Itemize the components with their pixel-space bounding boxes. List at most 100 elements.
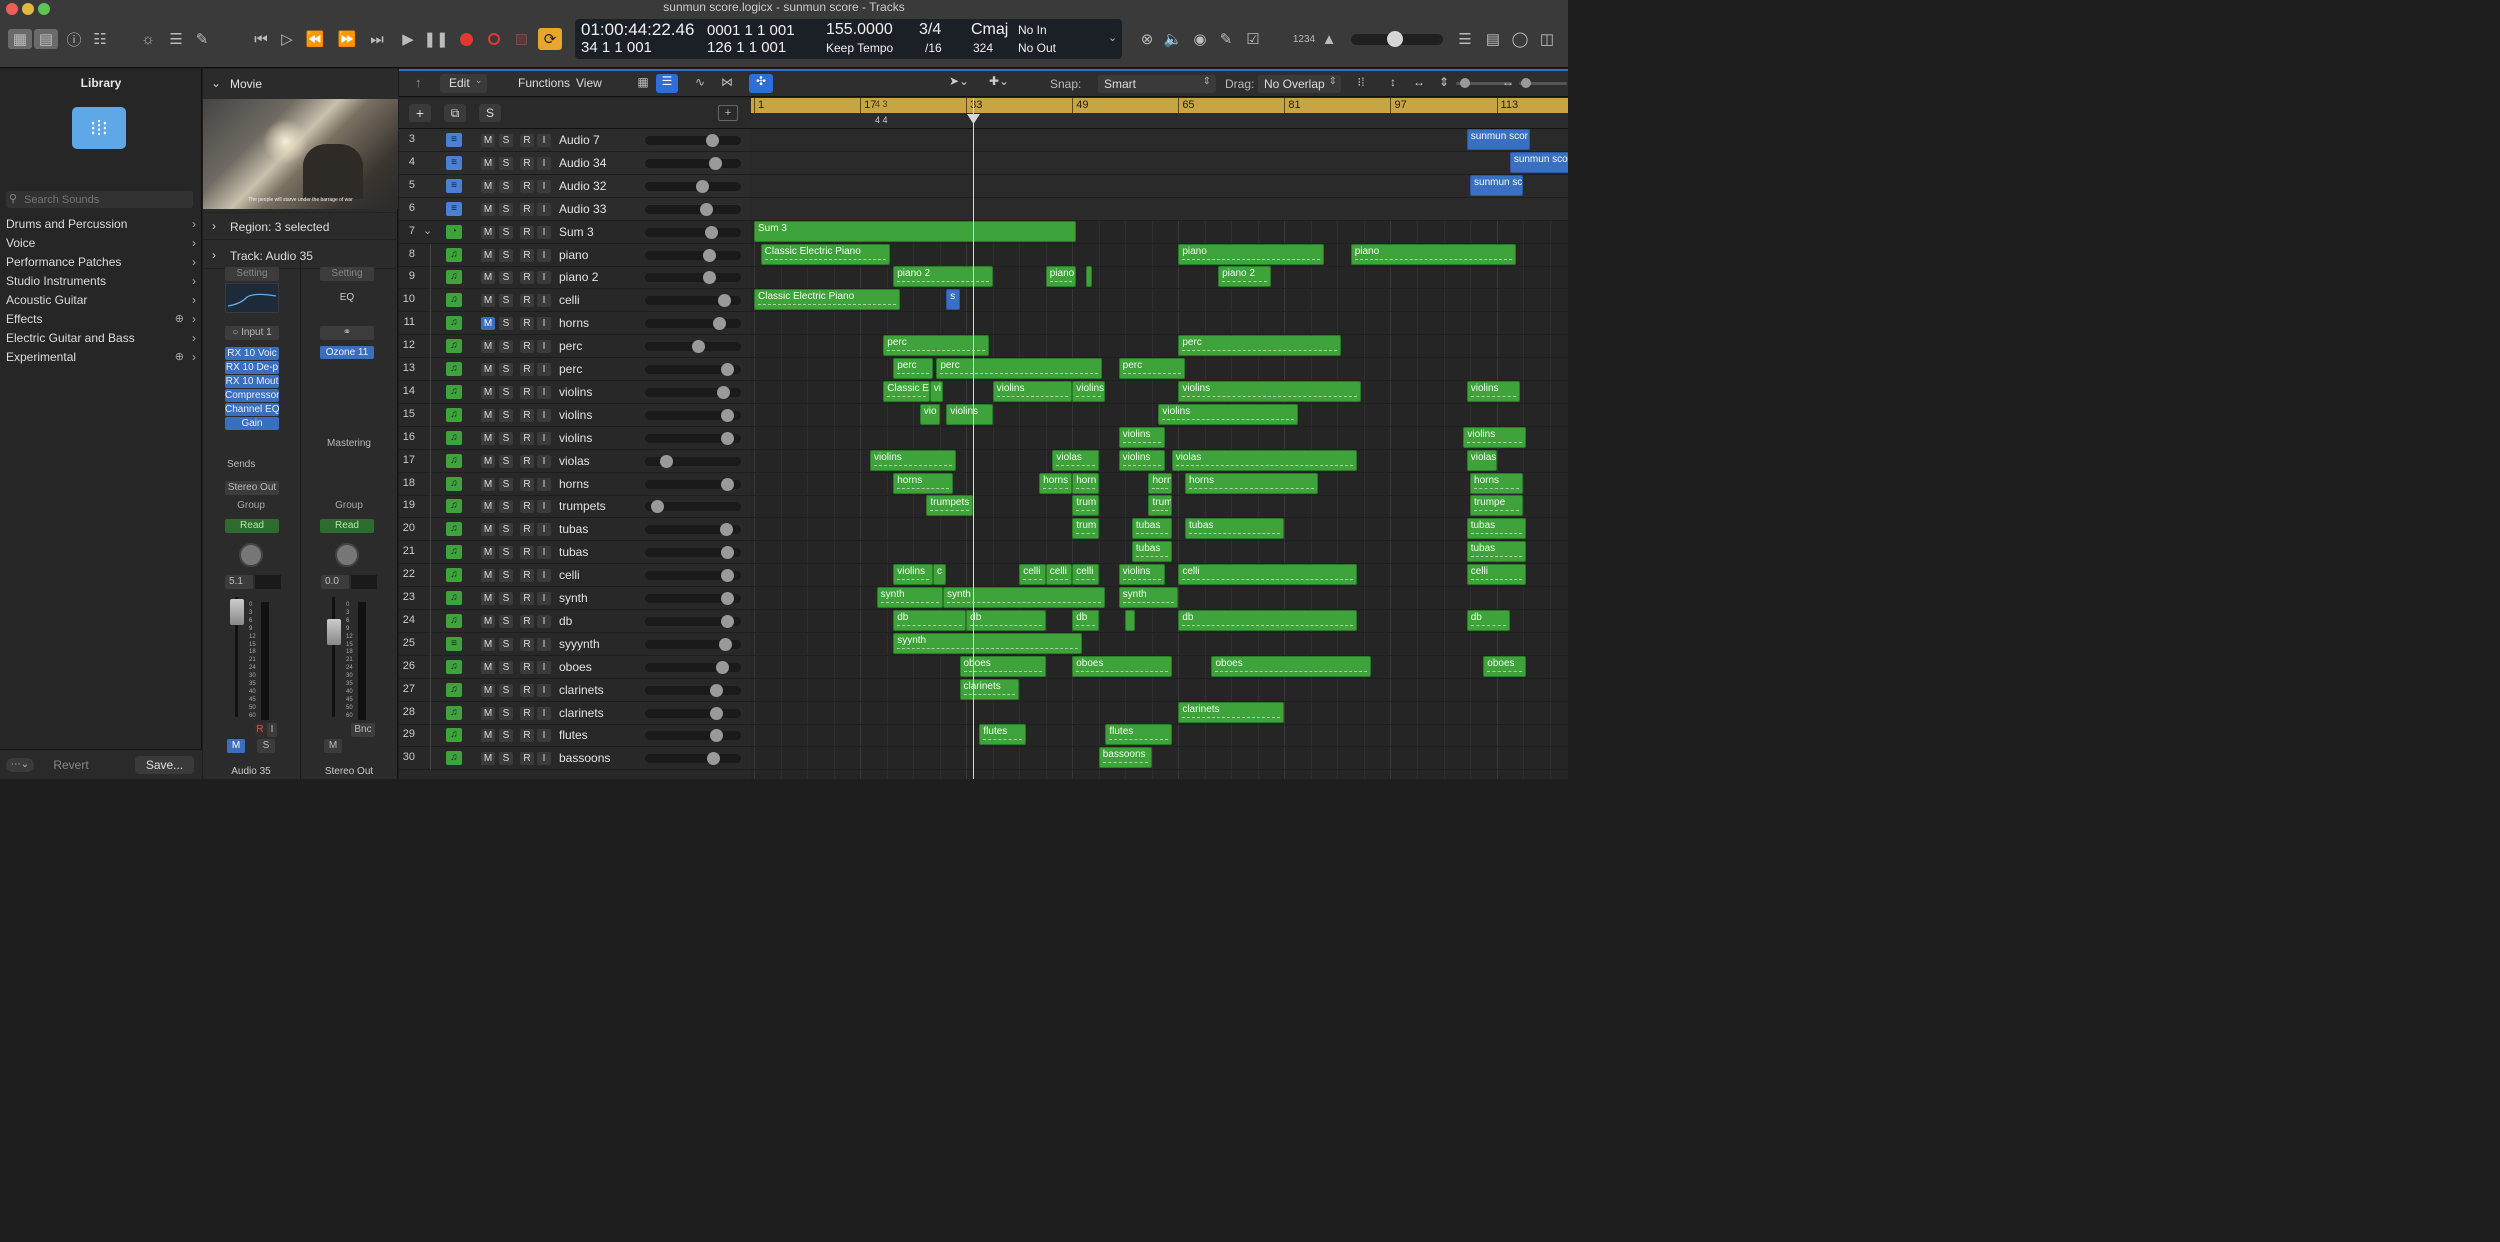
solo-button[interactable]: S xyxy=(499,592,513,605)
input-monitor-button[interactable]: I xyxy=(537,156,551,170)
go-to-start-icon[interactable]: ⏮ xyxy=(250,29,272,49)
volume-slider[interactable] xyxy=(645,592,741,605)
volume-slider[interactable] xyxy=(645,156,741,170)
region[interactable]: horns xyxy=(1470,472,1524,494)
mute-button[interactable]: M xyxy=(481,294,495,308)
library-category[interactable]: Electric Guitar and Bass › xyxy=(6,329,198,348)
movie-header[interactable]: ⌄ Movie xyxy=(203,69,398,99)
record-arm-button[interactable]: R xyxy=(520,317,534,331)
solo-button[interactable]: S xyxy=(499,454,513,468)
quick-help-icon[interactable]: ⓘ xyxy=(64,30,84,49)
search-field[interactable] xyxy=(24,192,189,207)
capture-record-icon[interactable] xyxy=(510,29,532,49)
track-header[interactable]: 30 ♫ M S R Ibassoons xyxy=(399,747,751,771)
volume-slider[interactable] xyxy=(645,569,741,583)
track-name[interactable]: oboes xyxy=(559,660,592,674)
inspector-toggle-icon[interactable]: ▤ xyxy=(34,29,58,49)
plugin-slot[interactable]: RX 10 Mout xyxy=(225,375,279,388)
volume-knob[interactable] xyxy=(719,637,732,651)
record-arm-button[interactable]: R xyxy=(520,752,534,766)
track-header[interactable]: 21 ♫ M S R Itubas xyxy=(399,541,751,565)
volume-knob[interactable] xyxy=(713,317,726,331)
volume-knob[interactable] xyxy=(705,225,718,239)
record-arm-button[interactable]: R xyxy=(520,500,534,514)
region[interactable]: horn xyxy=(1148,472,1172,494)
record-arm-button[interactable]: R xyxy=(520,431,534,445)
input-monitor-button[interactable]: I xyxy=(537,225,551,239)
track-header[interactable]: 19 ♫ M S R Itrumpets xyxy=(399,495,751,519)
record-arm-button[interactable]: R xyxy=(520,340,534,354)
setting-button-2[interactable]: Setting xyxy=(320,267,374,281)
solo-button[interactable]: S xyxy=(499,317,513,331)
link-icon[interactable]: ⚭ xyxy=(320,326,374,340)
library-category[interactable]: Voice › xyxy=(6,234,198,253)
region[interactable]: clarinets xyxy=(959,678,1020,700)
volume-slider[interactable] xyxy=(645,523,741,537)
fader-cap[interactable] xyxy=(230,599,244,625)
track-name[interactable]: Audio 34 xyxy=(559,156,606,170)
volume-knob[interactable] xyxy=(721,614,734,628)
volume-knob[interactable] xyxy=(721,408,734,422)
region[interactable]: violas xyxy=(1171,449,1358,471)
mute-button[interactable]: M xyxy=(481,729,495,743)
back-arrow-icon[interactable]: ↑ xyxy=(415,75,422,90)
track-lane[interactable]: synth synth synth xyxy=(751,587,1568,610)
mute-button[interactable]: M xyxy=(481,156,495,170)
track-lane[interactable]: clarinets xyxy=(751,678,1568,702)
automation-read-button-2[interactable]: Read xyxy=(320,519,374,533)
count-in-button[interactable]: 1234 xyxy=(1288,30,1320,48)
edit-menu[interactable]: Edit ⌄ xyxy=(440,74,487,93)
record-arm-button[interactable]: R xyxy=(520,294,534,308)
track-name[interactable]: Audio 32 xyxy=(559,179,606,193)
input-monitor-button[interactable]: I xyxy=(537,729,551,743)
output-button[interactable]: Stereo Out xyxy=(225,481,279,495)
track-header[interactable]: 24 ♫ M S R Idb xyxy=(399,609,751,633)
disclosure-chevron-icon[interactable]: ⌄ xyxy=(423,224,432,237)
mute-button[interactable]: M xyxy=(481,431,495,445)
playhead[interactable] xyxy=(967,98,980,779)
region[interactable]: s xyxy=(946,289,960,311)
toolbar-toggle-icon[interactable]: ☷ xyxy=(90,30,110,48)
region[interactable]: db xyxy=(893,609,967,631)
record-arm-button[interactable]: R xyxy=(520,179,534,193)
mute-button[interactable]: M xyxy=(481,317,495,331)
view-menu[interactable]: View xyxy=(576,74,621,93)
mute-button[interactable]: M xyxy=(481,248,495,262)
region[interactable]: perc xyxy=(936,358,1103,379)
track-lane[interactable]: Classic El vi violins violins violins violins xyxy=(751,380,1568,404)
solo-button[interactable]: S xyxy=(499,660,513,674)
horizontal-zoom-slider[interactable] xyxy=(1519,78,1567,88)
metronome-icon[interactable]: ▲ xyxy=(1319,30,1339,48)
pan-value-2[interactable]: 0.0 xyxy=(321,575,349,589)
track-name[interactable]: tubas xyxy=(559,522,588,536)
input-monitor-button[interactable]: I xyxy=(537,431,551,445)
snap-select[interactable]: Smart ⇕ xyxy=(1098,75,1216,93)
mute-button[interactable]: M xyxy=(481,546,495,560)
volume-slider[interactable] xyxy=(645,179,741,193)
solo-button[interactable]: S xyxy=(499,271,513,285)
library-category[interactable]: Studio Instruments › xyxy=(6,272,198,291)
volume-knob[interactable] xyxy=(710,729,723,743)
go-to-end-icon[interactable]: ⏭ xyxy=(366,29,388,49)
region[interactable]: Classic El xyxy=(883,380,930,402)
region[interactable]: piano xyxy=(1178,243,1325,265)
region[interactable]: celli xyxy=(1045,564,1073,586)
region[interactable]: celli xyxy=(1178,564,1358,586)
track-lane[interactable]: perc perc perc xyxy=(751,358,1568,381)
region[interactable]: violins xyxy=(1118,564,1166,586)
track-lane[interactable]: vio violins violins xyxy=(751,403,1568,427)
region[interactable]: piano xyxy=(1350,243,1517,265)
mixer-icon[interactable]: ☰ xyxy=(166,30,186,48)
volume-knob[interactable] xyxy=(651,500,664,514)
secondary-tool-icon[interactable]: ✚⌄ xyxy=(989,74,1019,93)
record-arm-button[interactable]: R xyxy=(520,569,534,583)
region[interactable]: piano 2 xyxy=(1218,266,1272,288)
mute-button[interactable]: M xyxy=(481,683,495,697)
tuner-icon[interactable]: ◉ xyxy=(1190,30,1210,48)
track-lane[interactable]: tubas tubas xyxy=(751,541,1568,565)
track-lane[interactable]: sunmun scor xyxy=(751,129,1568,152)
region[interactable]: tubas xyxy=(1184,518,1285,540)
solo-button[interactable]: S xyxy=(499,752,513,766)
region[interactable]: violins xyxy=(1463,426,1527,448)
play-icon[interactable]: ▶ xyxy=(397,29,419,49)
